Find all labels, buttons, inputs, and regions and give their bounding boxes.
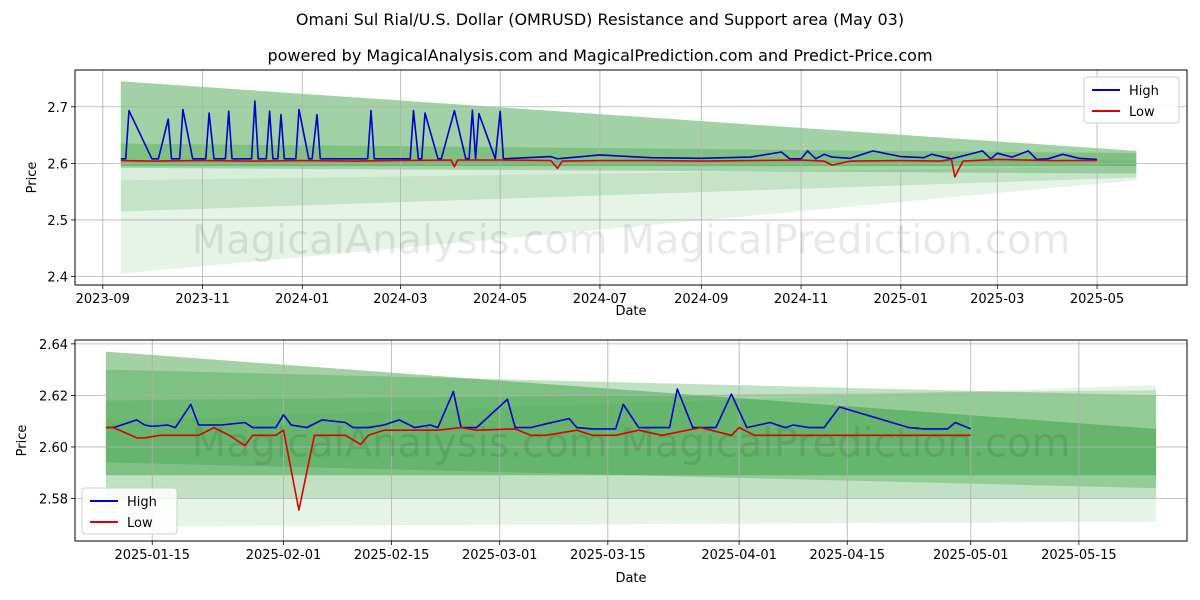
x-tick-label: 2025-03 bbox=[970, 292, 1024, 307]
y-axis-label: Price bbox=[15, 425, 30, 457]
legend-label-low: Low bbox=[1129, 105, 1155, 120]
x-tick-label: 2025-01-15 bbox=[114, 548, 190, 563]
legend-label-high: High bbox=[127, 495, 157, 510]
chart-panel-2: 2025-01-15 2025-02-01 2025-02-15 2025-03-01… bbox=[15, 338, 1188, 586]
x-tick-label: 2024-05 bbox=[473, 292, 527, 307]
x-axis-label: Date bbox=[615, 571, 646, 586]
y-tick-label: 2.5 bbox=[47, 214, 68, 229]
x-tick-label: 2025-04-01 bbox=[701, 548, 777, 563]
y-tick-label: 2.62 bbox=[39, 389, 68, 404]
x-tick-label: 2024-11 bbox=[774, 292, 828, 307]
watermark: MagicalAnalysis.com MagicalPrediction.co… bbox=[192, 421, 1071, 467]
y-tick-label: 2.7 bbox=[47, 101, 68, 116]
x-tick-label: 2025-03-15 bbox=[570, 548, 646, 563]
legend-label-low: Low bbox=[127, 516, 153, 531]
legend: High Low bbox=[1083, 76, 1180, 124]
legend-label-high: High bbox=[1129, 84, 1159, 99]
x-tick-label: 2024-01 bbox=[275, 292, 329, 307]
y-tick-label: 2.6 bbox=[47, 157, 68, 172]
chart-panel-1: 2023-09 2023-11 2024-01 2024-03 2024-05 2024-… bbox=[25, 69, 1188, 319]
x-axis-label: Date bbox=[615, 304, 646, 319]
x-tick-label: 2025-02-15 bbox=[354, 548, 430, 563]
watermark: MagicalAnalysis.com MagicalPrediction.co… bbox=[192, 218, 1071, 264]
y-tick-label: 2.58 bbox=[39, 492, 68, 507]
y-axis-label: Price bbox=[25, 162, 40, 194]
x-tick-label: 2025-02-01 bbox=[246, 548, 322, 563]
x-tick-label: 2025-04-15 bbox=[809, 548, 885, 563]
x-tick-label: 2025-05-01 bbox=[933, 548, 1009, 563]
y-tick-label: 2.60 bbox=[39, 441, 68, 456]
x-tick-label: 2025-05-15 bbox=[1041, 548, 1117, 563]
price-charts: 2023-09 2023-11 2024-01 2024-03 2024-05 2024-… bbox=[15, 69, 1188, 586]
y-tick-label: 2.64 bbox=[39, 338, 68, 353]
x-tick-label: 2023-09 bbox=[76, 292, 130, 307]
x-tick-label: 2024-09 bbox=[674, 292, 728, 307]
x-tick-label: 2024-03 bbox=[373, 292, 427, 307]
x-tick-label: 2025-03-01 bbox=[462, 548, 538, 563]
legend: High Low bbox=[81, 487, 178, 535]
x-tick-label: 2023-11 bbox=[175, 292, 229, 307]
y-tick-label: 2.4 bbox=[47, 271, 68, 286]
x-tick-label: 2025-05 bbox=[1070, 292, 1124, 307]
x-tick-label: 2025-01 bbox=[874, 292, 928, 307]
